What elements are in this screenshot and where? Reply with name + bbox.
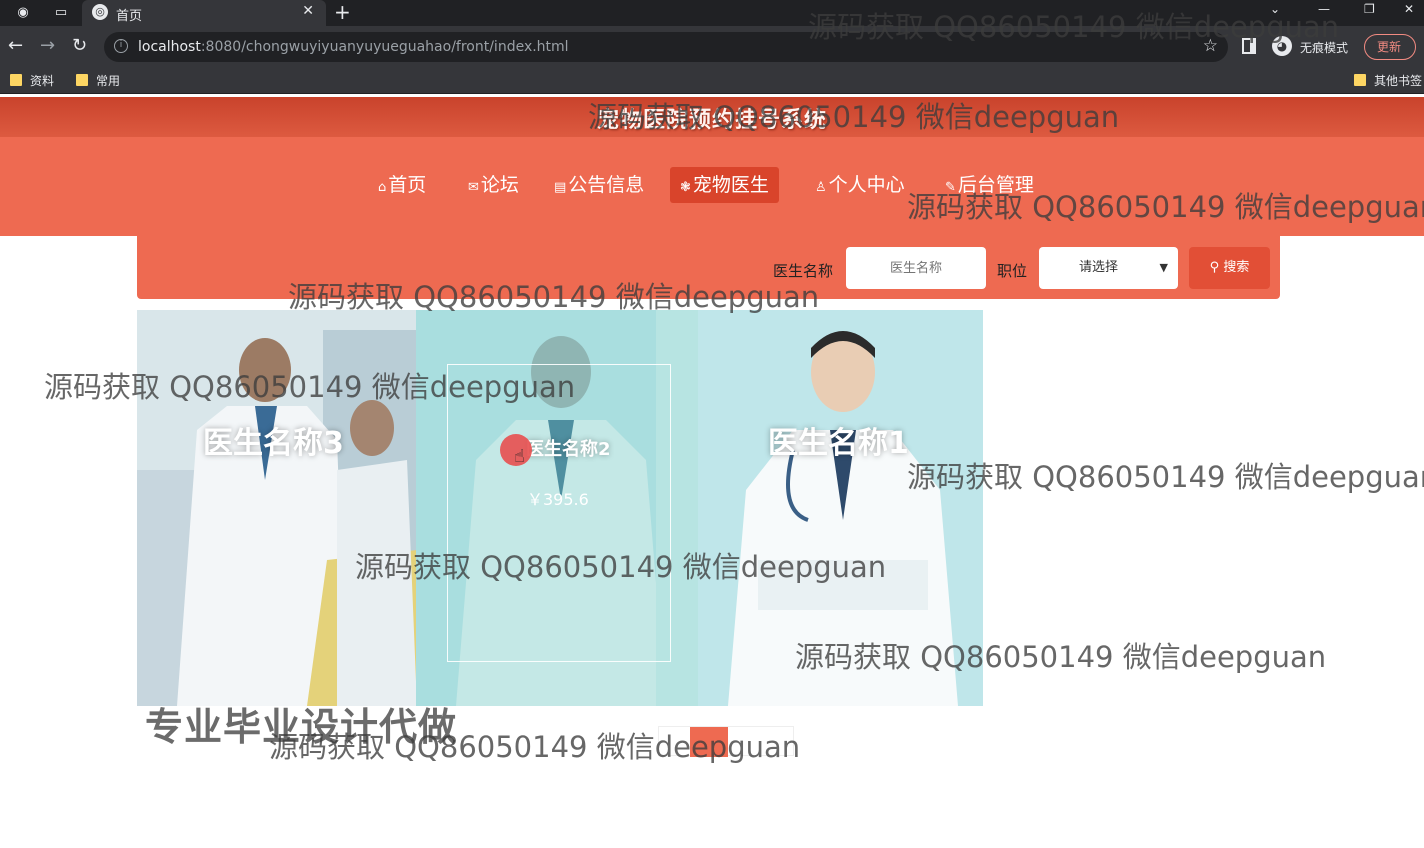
doctor-card-hovered[interactable]: 医生名称2 ￥395.6 ☝ (416, 310, 698, 706)
bookmark-star-icon[interactable]: ☆ (1203, 36, 1218, 56)
bookmarks-bar: 资料 常用 其他书签 (0, 68, 1424, 94)
other-bookmarks[interactable]: 其他书签 (1354, 73, 1422, 89)
site-info-icon[interactable]: i (114, 39, 128, 53)
back-icon[interactable]: ← (8, 36, 23, 56)
search-icon: ⚲ (1209, 260, 1224, 275)
notice-icon: ▤ (554, 180, 567, 195)
title-strip: 宠物医院预约挂号系统 (0, 97, 1424, 137)
browser-toolbar: ← → ↻ i localhost:8080/chongwuyiyuanyuyu… (0, 26, 1424, 68)
watermark: 源码获取 QQ86050149 微信deepguan (907, 460, 1424, 494)
main-menu: ⌂ 首页 ✉ 论坛 ▤ 公告信息 ❃ 宠物医生 ♙ 个人中心 ✎ 后台管理 (0, 167, 1424, 205)
update-button[interactable]: 更新 (1364, 34, 1416, 60)
tab-close-icon[interactable]: ✕ (302, 3, 314, 19)
folder-icon (76, 74, 88, 86)
flower-icon: ❃ (680, 180, 691, 195)
bookmark-folder-1[interactable]: 资料 (10, 73, 54, 89)
site-title: 宠物医院预约挂号系统 (596, 108, 827, 133)
new-tab-icon[interactable]: + (334, 1, 351, 23)
address-bar[interactable]: i localhost:8080/chongwuyiyuanyuyueguaha… (104, 32, 1228, 62)
tab-overview-icon[interactable]: ▭ (52, 4, 70, 22)
edit-icon: ✎ (945, 180, 956, 195)
pagination (658, 726, 794, 757)
doctor-price: ￥395.6 (527, 490, 589, 509)
menu-item-pet-doctors[interactable]: ❃ 宠物医生 (670, 167, 779, 203)
favicon-globe-icon: ◎ (92, 4, 108, 20)
doctor-name-label: 医生名称 (773, 262, 834, 280)
chevron-down-icon: ▼ (1159, 261, 1168, 274)
doctor-name-input[interactable] (846, 247, 986, 289)
menu-item-forum[interactable]: ✉ 论坛 (458, 167, 529, 203)
menu-item-user-center[interactable]: ♙ 个人中心 (805, 167, 915, 203)
browser-tab-strip: ◉ ▭ ◎ 首页 ✕ + ⌄ — ❐ ✕ (0, 0, 1424, 26)
doctor-name: 医生名称2 (526, 439, 611, 460)
menu-item-home[interactable]: ⌂ 首页 (368, 167, 436, 203)
doctor-card[interactable]: 医生名称3 (137, 310, 417, 706)
search-panel: 医生名称 职位 请选择 ▼ ⚲ 搜索 (137, 236, 1280, 299)
card-hover-frame (447, 364, 671, 662)
position-select-value: 请选择 (1079, 260, 1119, 275)
position-select[interactable]: 请选择 ▼ (1039, 247, 1178, 289)
update-label: 更新 (1377, 40, 1402, 54)
doctor-card[interactable]: 医生名称1 (698, 310, 983, 706)
reload-icon[interactable]: ↻ (72, 36, 87, 56)
hand-pointer-icon: ☝ (514, 446, 525, 467)
position-label: 职位 (997, 262, 1028, 280)
globe-icon[interactable]: ◉ (14, 4, 32, 22)
doctor-photo-1 (698, 310, 983, 706)
mail-icon: ✉ (468, 180, 479, 195)
doctor-name: 医生名称1 (768, 426, 909, 461)
promo-overlay-text: 专业毕业设计代做 (145, 705, 458, 749)
tab-search-chevron-icon[interactable]: ⌄ (1270, 2, 1280, 16)
close-window-icon[interactable]: ✕ (1404, 2, 1414, 16)
side-panel-icon[interactable] (1242, 38, 1256, 54)
forward-icon[interactable]: → (40, 36, 55, 56)
bookmark-folder-2[interactable]: 常用 (76, 73, 120, 89)
url-text: localhost:8080/chongwuyiyuanyuyueguahao/… (138, 39, 569, 55)
doctor-card-list: 医生名称3 医生名称2 ￥395.6 ☝ 医生名称1 (137, 310, 983, 706)
site-header: 宠物医院预约挂号系统 ⌂ 首页 ✉ 论坛 ▤ 公告信息 ❃ 宠物医生 ♙ 个人中心 ✎ 后台… (0, 97, 1424, 236)
folder-icon (1354, 74, 1366, 86)
doctor-photo-3 (137, 310, 417, 706)
minimize-icon[interactable]: — (1318, 2, 1330, 16)
browser-tab[interactable]: ◎ 首页 ✕ (82, 0, 326, 26)
page-button-current[interactable] (690, 727, 728, 757)
user-icon: ♙ (815, 180, 827, 195)
menu-item-admin[interactable]: ✎ 后台管理 (935, 167, 1044, 203)
search-button[interactable]: ⚲ 搜索 (1189, 247, 1270, 289)
incognito-icon[interactable]: ◕ (1272, 36, 1292, 56)
doctor-name: 医生名称3 (203, 426, 344, 461)
home-icon: ⌂ (378, 180, 387, 195)
restore-icon[interactable]: ❐ (1364, 2, 1375, 16)
folder-icon (10, 74, 22, 86)
incognito-label: 无痕模式 (1300, 41, 1349, 55)
menu-item-notices[interactable]: ▤ 公告信息 (544, 167, 654, 203)
screen: ◉ ▭ ◎ 首页 ✕ + ⌄ — ❐ ✕ ← → ↻ i localhost:8… (0, 0, 1424, 848)
tab-title: 首页 (116, 9, 143, 24)
